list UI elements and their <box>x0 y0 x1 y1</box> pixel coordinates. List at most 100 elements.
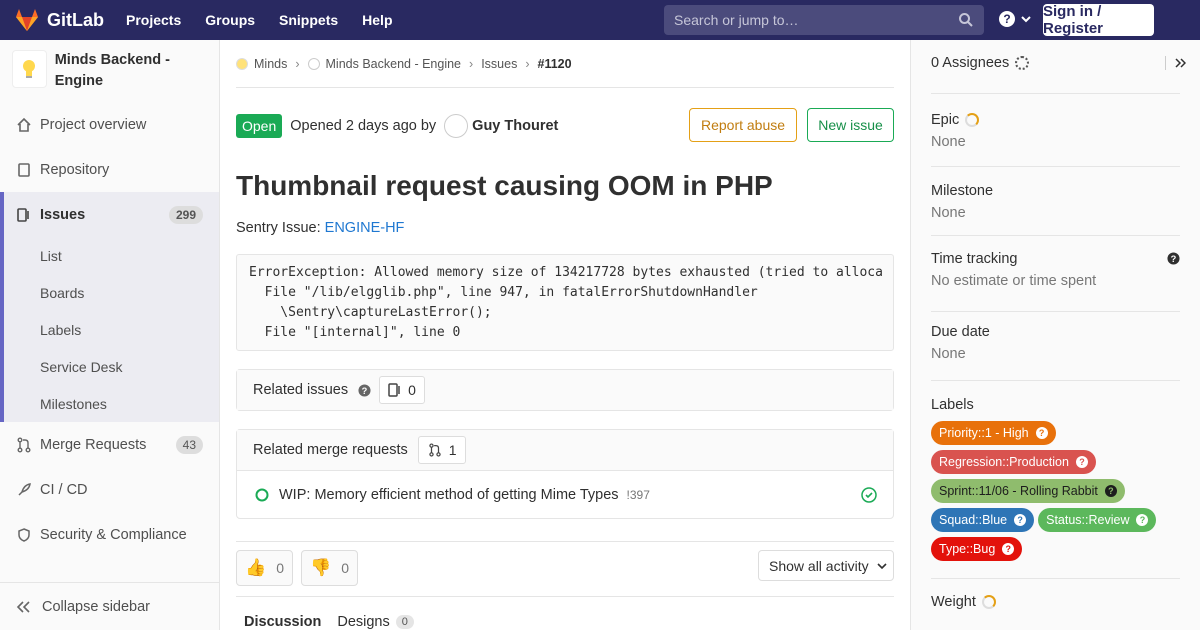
breadcrumb-project[interactable]: Minds Backend - Engine <box>326 57 462 71</box>
nav-groups[interactable]: Groups <box>205 12 255 28</box>
activity-filter-label: Show all activity <box>769 557 869 574</box>
pipeline-passed-icon[interactable] <box>861 487 877 503</box>
tab-designs[interactable]: Designs 0 <box>337 608 414 630</box>
label-priority[interactable]: Priority::1 - High? <box>931 421 1056 445</box>
double-chevron-left-icon <box>16 600 30 613</box>
project-avatar-icon <box>307 57 320 70</box>
question-icon: ? <box>999 11 1015 27</box>
activity-filter-dropdown[interactable]: Show all activity <box>758 550 894 581</box>
nav-help[interactable]: Help <box>362 12 392 28</box>
list-item[interactable]: WIP: Memory efficient method of getting … <box>237 470 893 518</box>
gitlab-logo[interactable]: GitLab <box>14 8 104 32</box>
nav-snippets[interactable]: Snippets <box>279 12 338 28</box>
search-input[interactable]: Search or jump to… <box>664 5 984 35</box>
sidebar-subitem-boards[interactable]: Boards <box>4 274 219 311</box>
sign-in-button[interactable]: Sign in / Register <box>1043 3 1154 37</box>
sidebar-item-label: Security & Compliance <box>40 526 187 543</box>
loading-spinner-icon <box>1015 56 1030 70</box>
sidebar-item-project-overview[interactable]: Project overview <box>0 102 219 147</box>
author-name[interactable]: Guy Thouret <box>472 118 558 134</box>
question-icon: ? <box>1014 514 1027 526</box>
mr-open-status-icon <box>255 488 269 501</box>
sidebar-issues-section: Issues 299 List Boards Labels Service De… <box>0 192 219 422</box>
sentry-issue-link[interactable]: ENGINE-HF <box>325 220 405 236</box>
report-abuse-button[interactable]: Report abuse <box>689 108 797 142</box>
rocket-icon <box>16 482 32 498</box>
issues-count-badge: 299 <box>168 205 203 224</box>
sidebar-item-label: Issues <box>40 206 86 223</box>
breadcrumb-separator-icon: › <box>525 56 530 71</box>
tab-discussion[interactable]: Discussion <box>244 608 321 630</box>
breadcrumb-issue-id[interactable]: #1120 <box>538 57 572 71</box>
question-icon[interactable]: ? <box>1167 252 1180 265</box>
question-icon[interactable]: ? <box>358 383 371 397</box>
merge-request-icon <box>16 437 32 453</box>
question-icon: ? <box>1075 456 1088 468</box>
due-date-block: Due date None <box>931 312 1180 381</box>
project-header[interactable]: Minds Backend - Engine <box>0 40 219 102</box>
label-regression[interactable]: Regression::Production? <box>931 450 1096 474</box>
related-issues-card: Related issues ? 0 <box>236 369 894 411</box>
label-text: Squad::Blue <box>939 513 1008 527</box>
related-mrs-count[interactable]: 1 <box>417 436 466 464</box>
sidebar-subitem-labels[interactable]: Labels <box>4 311 219 348</box>
label-type[interactable]: Type::Bug? <box>931 537 1023 561</box>
help-dropdown[interactable]: ? <box>998 10 1032 28</box>
mr-count-badge: 43 <box>175 435 203 454</box>
weight-title: Weight <box>931 594 976 610</box>
time-tracking-block: Time tracking ? No estimate or time spen… <box>931 236 1180 312</box>
related-issues-count-value: 0 <box>408 382 416 398</box>
weight-block: Weight <box>931 579 1180 610</box>
issue-main: Minds › Minds Backend - Engine › Issues … <box>236 40 894 630</box>
shield-icon <box>16 527 32 543</box>
mr-title[interactable]: WIP: Memory efficient method of getting … <box>279 487 619 503</box>
sidebar-subitem-service-desk[interactable]: Service Desk <box>4 348 219 385</box>
new-issue-button[interactable]: New issue <box>807 108 894 142</box>
assignees-block: 0 Assignees <box>931 40 1186 94</box>
svg-text:?: ? <box>1171 254 1177 264</box>
related-issues-count[interactable]: 0 <box>379 376 425 404</box>
avatar[interactable] <box>444 114 469 138</box>
group-avatar-icon <box>236 57 248 70</box>
question-icon: ? <box>1136 514 1149 526</box>
related-mrs-title: Related merge requests <box>253 442 408 458</box>
sidebar-subitem-list[interactable]: List <box>4 237 219 274</box>
epic-block: Epic None <box>931 94 1180 167</box>
label-text: Status::Review <box>1046 513 1130 527</box>
collapse-sidebar-button[interactable]: Collapse sidebar <box>0 582 219 630</box>
sidebar-item-repository[interactable]: Repository <box>0 147 219 192</box>
sidebar-item-ci-cd[interactable]: CI / CD <box>0 467 219 512</box>
chevron-down-icon <box>1021 16 1031 23</box>
left-sidebar: Minds Backend - Engine Project overview … <box>0 40 220 630</box>
svg-text:?: ? <box>1003 12 1010 26</box>
time-tracking-value: No estimate or time spent <box>931 273 1097 289</box>
sidebar-item-label: Merge Requests <box>40 436 147 453</box>
label-text: Priority::1 - High <box>939 426 1029 440</box>
issue-header: Open Opened 2 days ago by Guy Thouret Re… <box>236 88 894 164</box>
sidebar-item-label: Project overview <box>40 116 147 133</box>
sidebar-item-issues[interactable]: Issues 299 <box>4 192 219 237</box>
label-text: Type::Bug <box>939 542 996 556</box>
thumbsup-button[interactable]: 👍 0 <box>236 550 293 586</box>
thumbsdown-button[interactable]: 👎 0 <box>301 550 358 586</box>
sidebar-item-label: Repository <box>40 161 110 178</box>
collapse-sidebar-label: Collapse sidebar <box>42 598 151 615</box>
sidebar-item-merge-requests[interactable]: Merge Requests 43 <box>0 422 219 467</box>
opened-text: Opened 2 days ago by <box>290 118 437 134</box>
breadcrumb-issues[interactable]: Issues <box>481 57 517 71</box>
label-sprint[interactable]: Sprint::11/06 - Rolling Rabbit? <box>931 479 1125 503</box>
brand-name: GitLab <box>47 9 104 30</box>
due-date-title: Due date <box>931 324 990 340</box>
label-squad[interactable]: Squad::Blue? <box>931 508 1035 532</box>
collapse-right-sidebar-button[interactable] <box>1165 56 1186 70</box>
issue-title: Thumbnail request causing OOM in PHP <box>236 170 773 201</box>
sidebar-subitem-milestones[interactable]: Milestones <box>4 385 219 422</box>
issue-tabs: Discussion Designs 0 <box>236 596 894 630</box>
doc-icon <box>16 162 32 178</box>
label-status[interactable]: Status::Review? <box>1038 508 1157 532</box>
nav-projects[interactable]: Projects <box>126 12 181 28</box>
sidebar-item-security[interactable]: Security & Compliance <box>0 512 219 557</box>
labels-block: Labels Priority::1 - High? Regression::P… <box>931 381 1180 579</box>
issues-icon <box>16 207 32 223</box>
breadcrumb-minds[interactable]: Minds <box>254 57 287 71</box>
